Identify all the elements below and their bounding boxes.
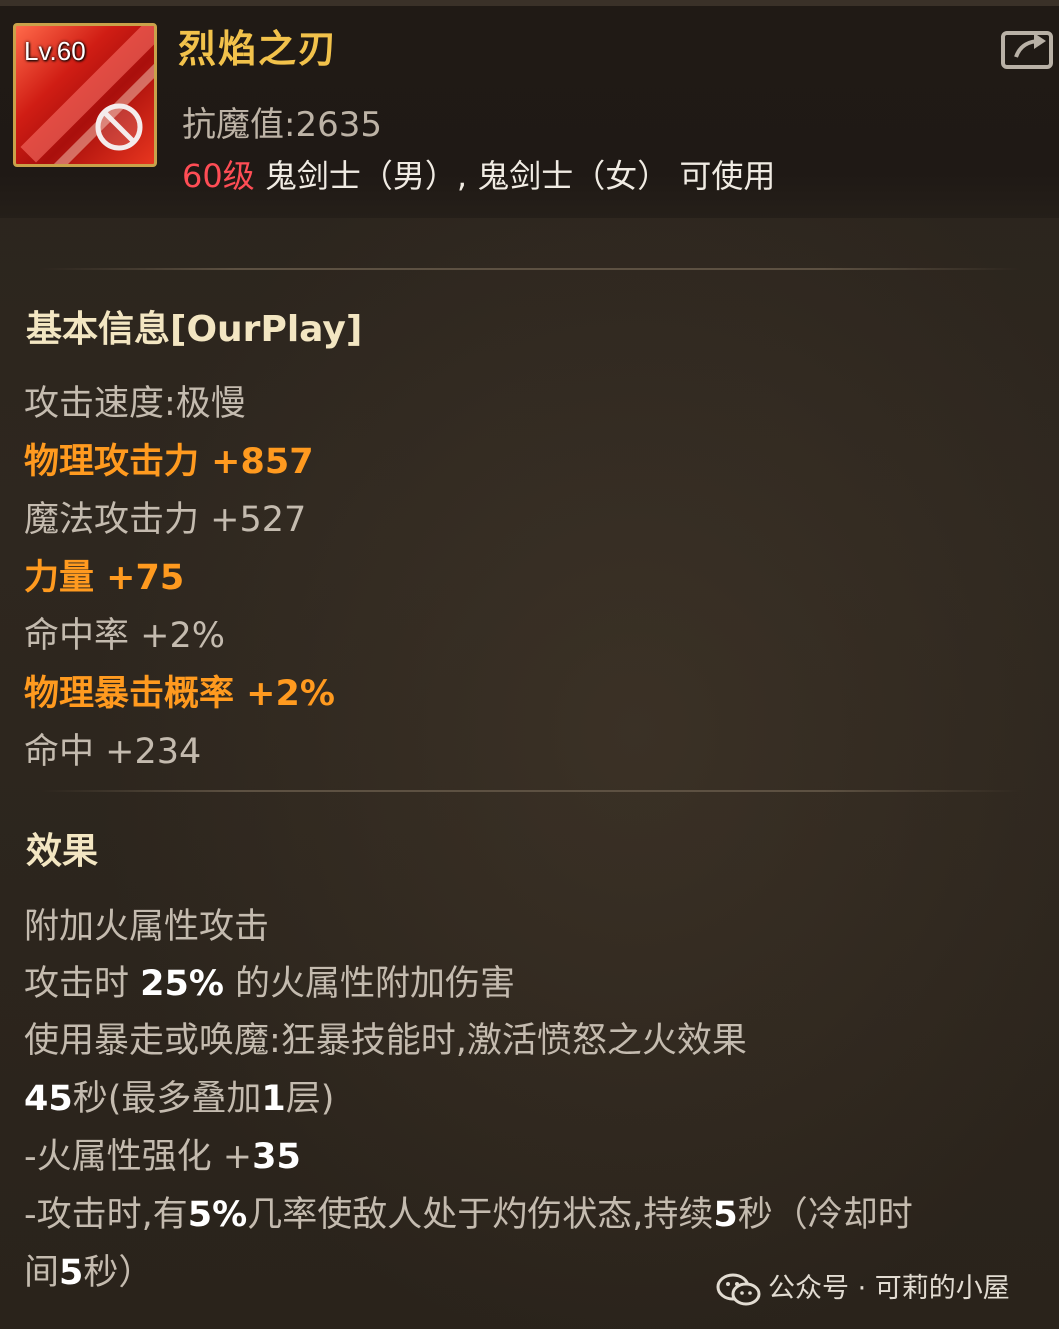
effect-value: 45 xyxy=(24,1079,73,1119)
effect-text: 几率使敌人处于灼伤状态,持续 xyxy=(247,1195,714,1235)
item-name: 烈焰之刃 xyxy=(178,27,339,71)
divider xyxy=(40,268,1020,270)
basic-info-title: 基本信息[OurPlay] xyxy=(26,309,363,350)
effect-text: 秒） xyxy=(83,1253,154,1293)
stat-strength: 力量 +75 xyxy=(24,558,185,598)
effect-text: -攻击时,有 xyxy=(24,1195,188,1235)
effect-value: 1 xyxy=(261,1079,286,1119)
stat-hit-rate: 命中率 +2% xyxy=(24,616,225,656)
level-badge: Lv.60 xyxy=(24,36,86,66)
effect-text: 层) xyxy=(285,1079,335,1119)
top-strip xyxy=(0,0,1059,6)
stat-magic-attack: 魔法攻击力 +527 xyxy=(24,500,307,540)
share-icon[interactable] xyxy=(1000,25,1056,71)
effect-text: 附加火属性攻击 xyxy=(24,907,270,947)
effect-text: 使用暴走或唤魔:狂暴技能时,激活愤怒之火效果 xyxy=(24,1021,747,1061)
effect-text: 间 xyxy=(24,1253,60,1293)
effect-line: 使用暴走或唤魔:狂暴技能时,激活愤怒之火效果 xyxy=(24,1012,747,1063)
effect-text: 秒（冷却时 xyxy=(737,1195,913,1235)
effect-value: 5 xyxy=(713,1195,738,1235)
stat-hit: 命中 +234 xyxy=(24,732,202,772)
stat-attack-speed: 攻击速度:极慢 xyxy=(24,384,246,424)
stat-crit-chance: 物理暴击概率 +2% xyxy=(24,674,335,714)
effect-value: 5% xyxy=(187,1195,248,1235)
tooltip-header: Lv.60 烈焰之刃 抗魔值:2635 60级 鬼剑士（男）, 鬼剑士（女） 可… xyxy=(0,0,1059,218)
effect-text: 的火属性附加伤害 xyxy=(223,964,516,1004)
effect-line: -攻击时,有5%几率使敌人处于灼伤状态,持续5秒（冷却时 xyxy=(24,1186,913,1237)
effect-text: 攻击时 xyxy=(24,964,141,1004)
ban-icon xyxy=(95,103,143,151)
item-tooltip: Lv.60 烈焰之刃 抗魔值:2635 60级 鬼剑士（男）, 鬼剑士（女） 可… xyxy=(0,0,1059,1329)
resist-value: 抗魔值:2635 xyxy=(182,105,382,145)
divider xyxy=(40,790,1020,792)
effect-title: 效果 xyxy=(26,831,99,872)
effect-text: 秒(最多叠加 xyxy=(72,1079,262,1119)
effect-line: 攻击时 25% 的火属性附加伤害 xyxy=(24,955,515,1006)
stat-physical-attack: 物理攻击力 +857 xyxy=(24,442,314,482)
watermark-text: 公众号 · 可莉的小屋 xyxy=(768,1273,1010,1304)
watermark: 公众号 · 可莉的小屋 xyxy=(716,1266,1010,1308)
effect-value: 25% xyxy=(140,964,224,1004)
usable-classes: 60级 鬼剑士（男）, 鬼剑士（女） 可使用 xyxy=(182,151,775,197)
effect-value: 35 xyxy=(252,1137,301,1177)
class-list: 鬼剑士（男）, 鬼剑士（女） 可使用 xyxy=(254,157,776,195)
effect-line: 间5秒） xyxy=(24,1244,153,1295)
item-icon: Lv.60 xyxy=(13,23,157,167)
effect-line: -火属性强化 +35 xyxy=(24,1128,301,1179)
effect-line: 附加火属性攻击 xyxy=(24,898,269,949)
effect-line: 45秒(最多叠加1层) xyxy=(24,1070,334,1121)
level-requirement: 60级 xyxy=(182,157,255,195)
effect-text: -火属性强化 + xyxy=(24,1137,253,1177)
effect-value: 5 xyxy=(59,1253,84,1293)
wechat-icon xyxy=(716,1273,761,1305)
